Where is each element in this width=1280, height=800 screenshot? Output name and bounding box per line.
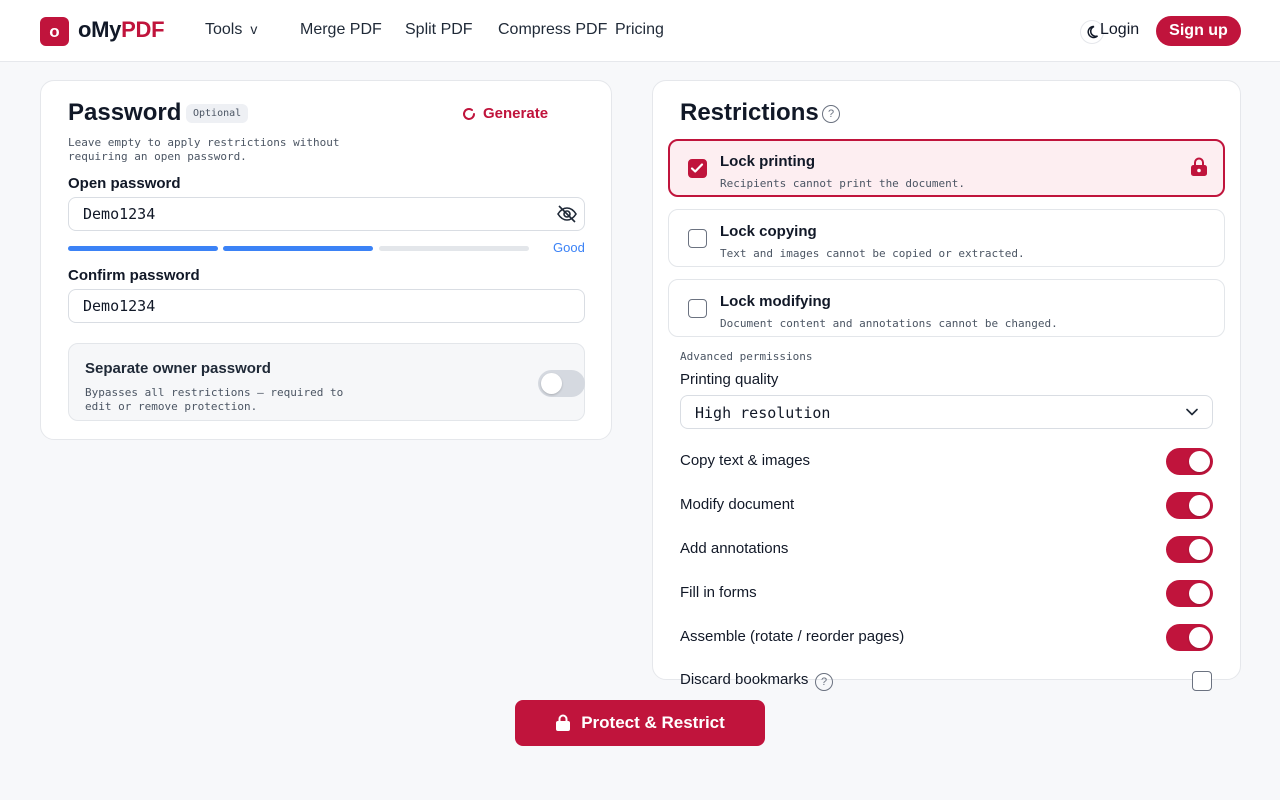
lock-printing-option[interactable]: Lock printing Recipients cannot print th… [668,139,1225,197]
confirm-password-field[interactable] [68,289,585,323]
open-password-field[interactable] [68,197,585,231]
perm-annotations-label: Add annotations [680,540,789,557]
help-icon[interactable]: ? [822,105,840,123]
nav-pricing[interactable]: Pricing [615,21,664,39]
perm-assemble-label: Assemble (rotate / reorder pages) [680,628,905,645]
lock-icon [1191,157,1207,176]
chevron-down-icon: v [250,21,258,37]
perm-forms-toggle[interactable] [1166,580,1213,607]
lock-icon [556,714,571,731]
chevron-down-icon [1186,408,1198,416]
lock-copying-description: Text and images cannot be copied or extr… [720,247,1025,260]
nav-compress-pdf[interactable]: Compress PDF [498,21,607,39]
perm-copy-toggle[interactable] [1166,448,1213,475]
checkmark-icon [690,163,704,173]
lock-modifying-option[interactable]: Lock modifying Document content and anno… [668,279,1225,337]
logo-text[interactable]: oMyPDF [78,17,165,43]
open-password-input[interactable] [69,198,584,230]
strength-bar-3 [379,246,529,251]
advanced-permissions-label: Advanced permissions [680,350,813,363]
lock-modifying-description: Document content and annotations cannot … [720,317,1058,330]
nav-merge-pdf[interactable]: Merge PDF [300,21,382,39]
owner-password-description: Bypasses all restrictions — required to … [85,386,344,413]
printing-quality-label: Printing quality [680,371,779,388]
strength-bar-2 [223,246,373,251]
perm-modify-label: Modify document [680,496,795,513]
optional-badge: Optional [186,104,249,123]
confirm-password-label: Confirm password [68,267,200,284]
lock-printing-title: Lock printing [720,153,815,170]
perm-copy-label: Copy text & images [680,452,811,469]
eye-off-icon[interactable] [556,204,578,224]
strength-bar-1 [68,246,218,251]
discard-help-icon[interactable]: ? [815,673,833,691]
lock-printing-checkbox[interactable] [688,159,707,178]
lock-printing-description: Recipients cannot print the document. [720,177,966,190]
open-password-label: Open password [68,175,181,192]
login-link[interactable]: Login [1100,21,1139,39]
password-card: Password Optional Generate Leave empty t… [40,80,612,440]
lock-copying-title: Lock copying [720,223,817,240]
password-hint: Leave empty to apply restrictions withou… [68,136,340,163]
nav-tools[interactable]: Tools v [205,21,257,39]
owner-password-toggle[interactable] [538,370,585,397]
protect-restrict-button[interactable]: Protect & Restrict [515,700,765,746]
logo-mark[interactable]: o [40,17,69,46]
generate-button[interactable]: Generate [461,105,548,122]
top-header: o oMyPDF Tools v Merge PDF Split PDF Comp… [0,0,1280,62]
lock-copying-option[interactable]: Lock copying Text and images cannot be c… [668,209,1225,267]
confirm-password-input[interactable] [69,290,584,322]
perm-forms-label: Fill in forms [680,584,757,601]
strength-label: Good [553,240,585,255]
discard-bookmarks-label: Discard bookmarks [680,671,809,688]
signup-button[interactable]: Sign up [1156,16,1241,46]
lock-modifying-title: Lock modifying [720,293,831,310]
owner-password-title: Separate owner password [85,360,271,377]
perm-assemble-toggle[interactable] [1166,624,1213,651]
nav-split-pdf[interactable]: Split PDF [405,21,473,39]
perm-annotations-toggle[interactable] [1166,536,1213,563]
perm-modify-toggle[interactable] [1166,492,1213,519]
restrictions-title: Restrictions [680,99,819,126]
lock-modifying-checkbox[interactable] [688,299,707,318]
logo-letter: o [49,21,60,41]
printing-quality-select[interactable]: High resolution [680,395,1213,429]
restrictions-card: Restrictions ? Lock printing Recipients … [652,80,1241,680]
lock-copying-checkbox[interactable] [688,229,707,248]
owner-password-section: Separate owner password Bypasses all res… [68,343,585,421]
printing-quality-value: High resolution [695,404,831,422]
refresh-icon [463,107,475,120]
discard-bookmarks-checkbox[interactable] [1192,671,1212,691]
password-title: Password [68,99,182,126]
